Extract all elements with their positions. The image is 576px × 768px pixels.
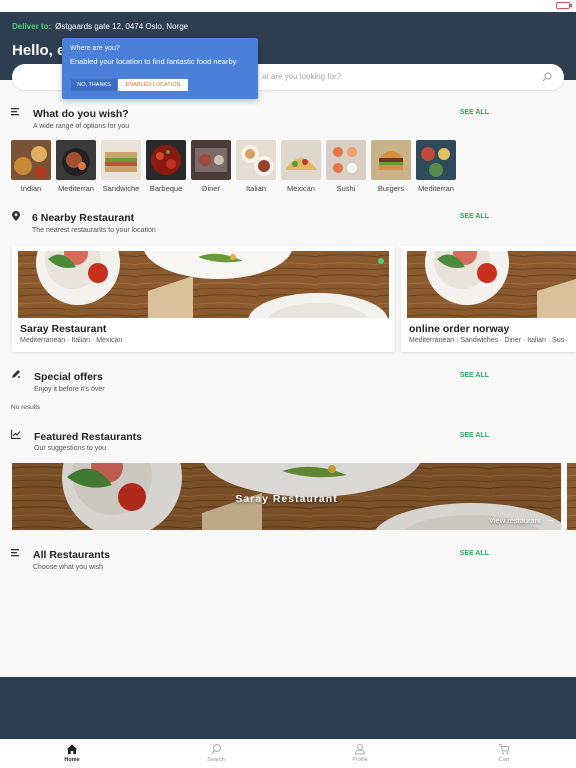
list-icon [11, 108, 19, 116]
offers-title: Special offers [34, 371, 103, 383]
category-mediterran[interactable]: Mediterran [56, 140, 96, 193]
footer [0, 677, 576, 739]
pencil-icon [12, 370, 20, 378]
offers-see-all-link[interactable]: SEE ALL [460, 372, 489, 379]
restaurant-card[interactable]: online order norway Mediterranean · Sand… [401, 246, 576, 352]
category-image [56, 140, 96, 180]
tab-cart[interactable]: Cart [479, 743, 529, 763]
category-label: Mediterran [418, 184, 454, 193]
popup-title: Where are you? [70, 45, 120, 52]
location-pin-icon [12, 211, 20, 221]
search-icon [211, 744, 221, 754]
featured-restaurant-banner[interactable]: Saray Restaurant View restaurant → [12, 463, 561, 530]
category-italian[interactable]: Italian [236, 140, 276, 193]
featured-see-all-link[interactable]: SEE ALL [460, 432, 489, 439]
category-image [236, 140, 276, 180]
restaurant-image [407, 251, 576, 318]
search-icon[interactable] [542, 72, 552, 82]
category-label: Indian [20, 184, 42, 193]
nearby-see-all-link[interactable]: SEE ALL [460, 213, 489, 220]
category-list: Indian Mediterran Sandwiche Barbeque Din… [11, 140, 471, 196]
enable-location-button[interactable]: ENABLED LOCATION [118, 79, 188, 91]
battery-icon [556, 2, 572, 9]
category-indian[interactable]: Indian [11, 140, 51, 193]
category-barbeque[interactable]: Barbeque [146, 140, 186, 193]
tab-home[interactable]: Home [47, 743, 97, 763]
deliver-to[interactable]: Deliver to: Østgaards gate 12, 0474 Oslo,… [12, 22, 188, 31]
all-subtitle: Choose what you wish [33, 564, 104, 571]
tab-label: Search [207, 757, 225, 763]
category-image [11, 140, 51, 180]
popup-message: Enabled your location to find fantastic … [70, 57, 237, 66]
list-icon [11, 549, 19, 557]
arrow-right-icon: → [547, 515, 555, 524]
category-label: Barbeque [149, 184, 183, 193]
tab-label: Profile [352, 757, 368, 763]
offers-subtitle: Enjoy it before it's over [34, 386, 105, 393]
category-image [281, 140, 321, 180]
category-label: Sandwiche [102, 184, 140, 193]
category-image [371, 140, 411, 180]
open-status-dot [378, 258, 384, 264]
category-diner[interactable]: Diner [191, 140, 231, 193]
tab-search[interactable]: Search [191, 743, 241, 763]
tab-profile[interactable]: Profile [335, 743, 385, 763]
restaurant-name: online order norway [409, 323, 510, 335]
search-placeholder: at are you looking for? [262, 72, 342, 81]
deliver-label: Deliver to: [12, 22, 52, 31]
restaurant-card[interactable]: Saray Restaurant Mediterranean · Italian… [12, 246, 395, 352]
tab-label: Home [64, 757, 80, 763]
category-label: Diner [202, 184, 220, 193]
category-label: Burgers [377, 184, 405, 193]
greeting: Hello, el [12, 42, 70, 59]
restaurant-name: Saray Restaurant [20, 323, 107, 335]
featured-subtitle: Our suggestions to you [34, 445, 106, 452]
category-label: Italian [245, 184, 266, 193]
wish-subtitle: A wide range of options for you [33, 123, 130, 130]
restaurant-cuisines: Mediterranean · Italian · Mexican [20, 337, 123, 344]
all-see-all-link[interactable]: SEE ALL [460, 550, 489, 557]
nearby-subtitle: The nearest restaurants to your location [32, 227, 156, 234]
category-image [146, 140, 186, 180]
bottom-tab-bar: Home Search Profile Cart [0, 739, 576, 768]
category-sushi[interactable]: Sushi [326, 140, 366, 193]
category-mexican[interactable]: Mexican [281, 140, 321, 193]
restaurant-image [18, 251, 389, 318]
nearby-title: 6 Nearby Restaurant [32, 212, 135, 224]
category-sandwiche[interactable]: Sandwiche [101, 140, 141, 193]
location-popup: Where are you? Enabled your location to … [62, 38, 258, 99]
category-image [416, 140, 456, 180]
category-mediterran-2[interactable]: Mediterran [416, 140, 456, 193]
cart-icon [499, 744, 510, 755]
category-image [191, 140, 231, 180]
wish-title: What do you wish? [33, 108, 129, 120]
category-label: Mexican [287, 184, 315, 193]
home-icon [67, 744, 77, 754]
restaurant-cuisines: Mediterranean · Sandwiches · Diner · Ita… [409, 337, 565, 344]
trend-chart-icon [11, 429, 21, 439]
category-label: Mediterran [58, 184, 94, 193]
featured-title: Featured Restaurants [34, 431, 142, 443]
no-thanks-button[interactable]: NO, THANKS [71, 79, 117, 91]
view-restaurant-link[interactable]: View restaurant [489, 516, 541, 525]
deliver-address: Østgaards gate 12, 0474 Oslo, Norge [55, 22, 189, 31]
tab-label: Cart [498, 757, 510, 763]
category-label: Sushi [336, 184, 356, 193]
offers-empty-text: No results [11, 404, 41, 411]
wish-see-all-link[interactable]: SEE ALL [460, 109, 489, 116]
all-title: All Restaurants [33, 549, 111, 561]
category-image [326, 140, 366, 180]
featured-restaurant-name: Saray Restaurant [235, 493, 338, 505]
profile-icon [354, 744, 366, 755]
category-burgers[interactable]: Burgers [371, 140, 411, 193]
featured-image [567, 463, 576, 530]
featured-restaurant-banner-next[interactable] [567, 463, 576, 530]
status-bar [0, 0, 576, 12]
category-image [101, 140, 141, 180]
